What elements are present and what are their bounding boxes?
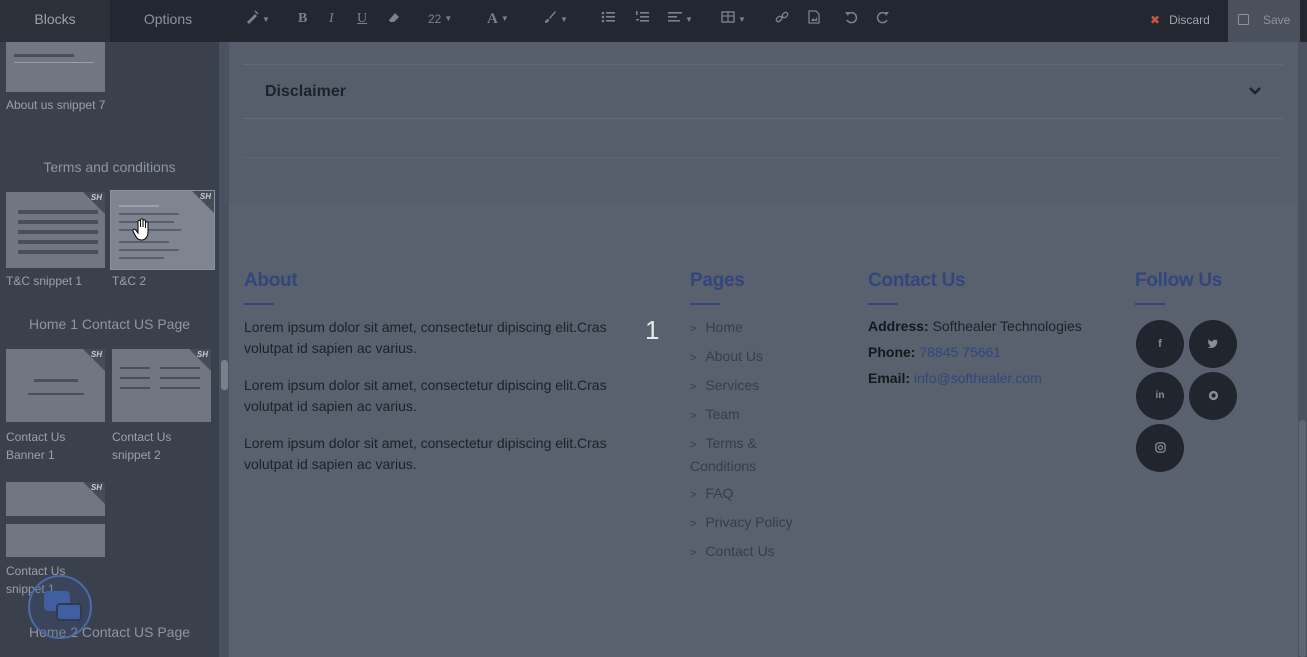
snippets-sidebar: About us snippet 7 Terms and conditions …	[0, 42, 219, 657]
phone-label: Phone:	[868, 344, 916, 360]
canvas-scroll-thumb[interactable]	[1299, 420, 1306, 657]
disclaimer-body	[243, 120, 1283, 158]
page-link-label: Home	[705, 319, 743, 335]
page-link-label: Terms & Conditions	[690, 435, 757, 474]
chevron-down-icon[interactable]	[1245, 81, 1265, 101]
chat-bubble-icon[interactable]	[28, 575, 92, 639]
underline-icon[interactable]: U	[357, 10, 367, 30]
magic-pen-icon[interactable]: ▼	[245, 10, 270, 30]
snippet-label-tc-2: T&C 2	[112, 274, 147, 288]
snippet-thumb-contact-2[interactable]: SH	[112, 349, 211, 422]
about-heading: About	[244, 270, 298, 291]
page-link-label: Contact Us	[705, 543, 775, 559]
page-link-label: Team	[705, 406, 740, 422]
about-rule	[244, 303, 274, 305]
instagram-icon[interactable]	[1136, 424, 1184, 472]
section-title-home1-contact: Home 1 Contact US Page	[28, 316, 191, 332]
undo-icon[interactable]	[844, 10, 858, 30]
page-link-team[interactable]: > Team	[690, 404, 740, 427]
brush-icon[interactable]: ▼	[543, 10, 568, 30]
disclaimer-title: Disclaimer	[265, 83, 346, 100]
discard-button[interactable]: ✖ Discard	[1140, 0, 1228, 42]
section-title-terms: Terms and conditions	[43, 159, 176, 175]
facebook-icon[interactable]: f	[1136, 320, 1184, 368]
page-link-terms[interactable]: > Terms & Conditions	[690, 433, 780, 477]
email-label: Email:	[868, 370, 911, 386]
snippet-thumb-tc-2[interactable]: SH	[110, 190, 215, 270]
about-paragraph: Lorem ipsum dolor sit amet, consectetur …	[244, 319, 607, 356]
snippet-thumb-about-7[interactable]	[6, 42, 105, 92]
page-link-label: Services	[705, 377, 760, 393]
redo-icon[interactable]	[876, 10, 890, 30]
snippet-badge: SH	[196, 350, 208, 359]
page-link-home[interactable]: > Home	[690, 317, 743, 340]
align-icon[interactable]: ▼	[668, 10, 693, 30]
numbered-list-icon[interactable]	[635, 10, 649, 30]
image-icon[interactable]	[807, 10, 821, 30]
snippet-badge: SH	[199, 192, 211, 201]
save-icon	[1238, 14, 1249, 25]
editor-toolbar: Blocks Options ▼ B I U 22 ▼ A ▼ ▼ ▼ ▼ ✖ Dis…	[0, 0, 1307, 42]
page-link-services[interactable]: > Services	[690, 375, 759, 398]
section-title-home2-contact: Home 2 Contact US Page	[28, 624, 191, 640]
address-value: Softhealer Technologies	[932, 318, 1082, 334]
save-label: Save	[1263, 13, 1291, 27]
pages-rule	[690, 303, 720, 305]
linkedin-icon[interactable]: in	[1136, 372, 1184, 420]
snippet-badge: SH	[90, 483, 102, 492]
table-icon[interactable]: ▼	[721, 10, 746, 30]
phone-link[interactable]: 78845 75661	[919, 344, 1001, 360]
email-link[interactable]: info@softhealer.com	[914, 370, 1042, 386]
page-canvas: Disclaimer About Lorem ipsum dolor sit a…	[229, 42, 1298, 657]
snippet-badge: SH	[90, 350, 102, 359]
tab-blocks[interactable]: Blocks	[0, 0, 110, 42]
about-paragraph: Lorem ipsum dolor sit amet, consectetur …	[244, 435, 607, 472]
sidebar-scroll-thumb[interactable]	[221, 360, 228, 390]
font-size-dropdown[interactable]: 22 ▼	[428, 10, 452, 30]
twitter-icon[interactable]	[1189, 320, 1237, 368]
text-color-icon[interactable]: A ▼	[487, 10, 509, 30]
link-icon[interactable]	[775, 10, 789, 30]
address-label: Address:	[868, 318, 929, 334]
pages-heading: Pages	[690, 270, 745, 291]
eraser-icon[interactable]	[387, 10, 401, 30]
snippet-thumb-contact-1[interactable]: SH	[6, 482, 105, 557]
snippet-label-tc-1: T&C snippet 1	[6, 274, 83, 288]
contact-address: Address: Softhealer Technologies	[868, 318, 1082, 334]
snippet-thumb-tc-1[interactable]: SH	[6, 192, 105, 268]
page-link-label: Privacy Policy	[705, 514, 793, 530]
page-link-faq[interactable]: > FAQ	[690, 483, 733, 506]
snippet-badge: SH	[90, 193, 102, 202]
save-button[interactable]: Save	[1228, 0, 1300, 42]
contact-rule	[868, 303, 898, 305]
bold-icon[interactable]: B	[298, 10, 307, 30]
snippet-thumb-contact-banner-1[interactable]: SH	[6, 349, 105, 422]
about-paragraph: Lorem ipsum dolor sit amet, consectetur …	[244, 377, 607, 414]
sidebar-scrollbar[interactable]	[219, 42, 229, 657]
close-icon: ✖	[1150, 13, 1161, 27]
follow-rule	[1135, 303, 1165, 305]
italic-icon[interactable]: I	[329, 10, 334, 30]
page-link-label: FAQ	[705, 485, 734, 501]
snippet-label-contact-2: Contact Us snippet 2	[112, 430, 172, 462]
hand-cursor-icon	[132, 218, 154, 242]
page-link-about[interactable]: > About Us	[690, 346, 763, 369]
page-link-label: About Us	[705, 348, 764, 364]
snippet-label-contact-banner-1: Contact Us Banner 1	[6, 430, 66, 462]
page-link-contact[interactable]: > Contact Us	[690, 541, 775, 564]
page-link-privacy[interactable]: > Privacy Policy	[690, 512, 793, 535]
bullet-list-icon[interactable]	[601, 10, 615, 30]
follow-heading: Follow Us	[1135, 270, 1223, 291]
discard-label: Discard	[1169, 13, 1210, 27]
contact-heading: Contact Us	[868, 270, 966, 291]
tab-options[interactable]: Options	[113, 0, 223, 42]
contact-email: Email: info@softhealer.com	[868, 370, 1042, 386]
footer: About Lorem ipsum dolor sit amet, consec…	[229, 204, 1298, 657]
snippet-label-about-7: About us snippet 7	[6, 98, 106, 112]
number-marker: 1	[645, 315, 660, 345]
disclaimer-accordion[interactable]: Disclaimer	[243, 64, 1283, 119]
font-size-value: 22	[428, 12, 442, 26]
github-icon[interactable]	[1189, 372, 1237, 420]
contact-phone: Phone: 78845 75661	[868, 344, 1001, 360]
